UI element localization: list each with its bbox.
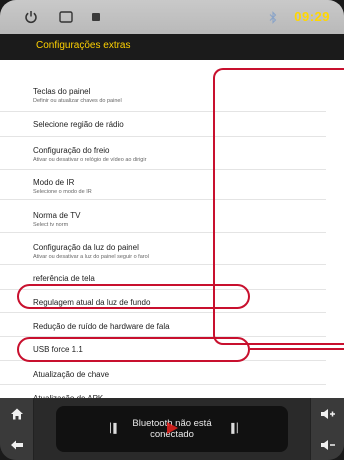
clock: 09:29 — [294, 9, 330, 24]
list-item[interactable]: Atualização de chave — [0, 361, 326, 385]
volume-up-icon — [321, 408, 335, 419]
item-title: Atualização de chave — [33, 370, 110, 379]
back-button[interactable] — [0, 429, 34, 460]
seek-forward-icon[interactable]: ▐ ▏ — [228, 423, 244, 434]
settings-panel: Teclas do painel Definir ou atualizar ch… — [0, 60, 344, 403]
right-nav — [310, 398, 344, 460]
title-bar: Configurações extras — [0, 34, 344, 60]
highlight-bracket — [213, 68, 344, 345]
back-icon — [11, 440, 23, 449]
window-icon[interactable] — [59, 11, 73, 23]
home-button[interactable] — [0, 398, 34, 429]
volume-down-button[interactable] — [311, 429, 344, 460]
square-icon[interactable] — [92, 13, 100, 21]
page-title: Configurações extras — [36, 40, 131, 51]
volume-down-icon — [321, 439, 335, 450]
highlight-connector — [250, 348, 344, 350]
power-icon[interactable] — [24, 10, 38, 24]
home-icon — [11, 408, 23, 419]
status-bar: 09:29 — [0, 0, 344, 34]
bluetooth-icon — [269, 11, 277, 24]
device-screen: 09:29 Configurações extras Teclas do pai… — [0, 0, 344, 460]
volume-up-button[interactable] — [311, 398, 344, 429]
play-icon[interactable] — [164, 420, 180, 436]
bottom-bar: ▕ ▌ Bluetooth não está conectado ▐ ▏ — [0, 398, 344, 460]
left-nav — [0, 398, 34, 460]
bluetooth-status-panel[interactable]: ▕ ▌ Bluetooth não está conectado ▐ ▏ — [56, 406, 288, 452]
